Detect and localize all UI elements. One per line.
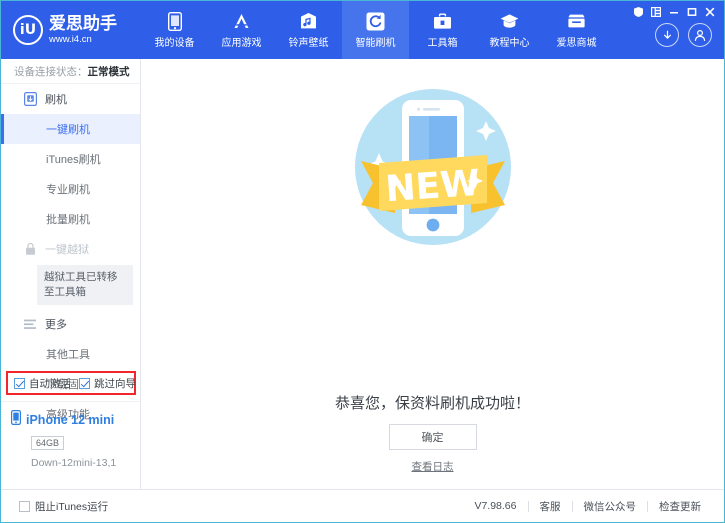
skip-wizard-checkbox[interactable]	[79, 378, 90, 389]
nav-label: 智能刷机	[356, 34, 396, 49]
auto-activate-checkbox[interactable]	[14, 378, 25, 389]
app-store-icon	[232, 12, 251, 31]
menu-icon[interactable]	[648, 5, 664, 19]
header-actions	[655, 23, 712, 47]
app-window: iU 爱思助手 www.i4.cn 我的设备 应用游戏	[0, 0, 725, 523]
brand-mark: iU	[20, 22, 36, 38]
lock-icon	[23, 242, 37, 256]
jailbreak-tooltip: 越狱工具已转移至工具箱	[37, 265, 133, 305]
sidebar-item-itunes-flash[interactable]: iTunes刷机	[1, 144, 140, 174]
nav-label: 工具箱	[428, 34, 458, 49]
brand-url: www.i4.cn	[49, 35, 117, 45]
close-icon[interactable]	[702, 5, 718, 19]
confirm-button[interactable]: 确定	[389, 424, 477, 450]
view-log-label: 查看日志	[412, 461, 454, 473]
sidebar-item-label: 批量刷机	[46, 211, 90, 227]
block-itunes-label: 阻止iTunes运行	[35, 499, 108, 514]
music-box-icon	[299, 12, 318, 31]
brand: iU 爱思助手 www.i4.cn	[1, 1, 141, 59]
auto-activate-option[interactable]: 自动激活	[14, 376, 71, 391]
skip-wizard-option[interactable]: 跳过向导	[79, 376, 136, 391]
nav-label: 教程中心	[490, 34, 530, 49]
skip-wizard-label: 跳过向导	[94, 376, 136, 391]
user-avatar-icon[interactable]	[688, 23, 712, 47]
block-itunes-option[interactable]: 阻止iTunes运行	[1, 499, 141, 514]
download-icon[interactable]	[655, 23, 679, 47]
brand-name: 爱思助手	[49, 15, 117, 32]
graduation-cap-icon	[500, 12, 519, 31]
activation-options: 自动激活 跳过向导	[6, 371, 136, 395]
nav-label: 应用游戏	[222, 34, 262, 49]
sidebar-group-jailbreak: 一键越狱	[1, 234, 140, 264]
customer-service-link[interactable]: 客服	[529, 499, 572, 514]
window-controls	[630, 5, 718, 19]
maximize-icon[interactable]	[684, 5, 700, 19]
status-bar: 阻止iTunes运行 V7.98.66 客服 微信公众号 检查更新	[1, 489, 724, 522]
sidebar-item-label: iTunes刷机	[46, 151, 101, 167]
sidebar-item-one-key-flash[interactable]: 一键刷机	[1, 114, 140, 144]
sidebar-item-label: 一键刷机	[46, 121, 90, 137]
list-icon	[23, 317, 37, 331]
sidebar: 设备连接状态： 正常模式 刷机 一键刷机 iTunes刷机 专业刷机 批量刷机	[1, 59, 141, 489]
view-log-link[interactable]: 查看日志	[141, 459, 724, 474]
auto-activate-label: 自动激活	[29, 376, 71, 391]
sidebar-group-label: 一键越狱	[45, 241, 89, 257]
device-connection-status: 设备连接状态： 正常模式	[1, 59, 140, 84]
check-update-link[interactable]: 检查更新	[648, 499, 712, 514]
brand-logo-icon: iU	[13, 15, 43, 45]
connected-device[interactable]: iPhone 12 mini 64GB Down-12mini-13,1	[1, 401, 140, 489]
nav-item-store[interactable]: 爱思商城	[543, 1, 610, 59]
device-capacity: 64GB	[31, 436, 64, 450]
sidebar-item-label: 其他工具	[46, 346, 90, 362]
sidebar-group-flash[interactable]: 刷机	[1, 84, 140, 114]
nav-item-my-device[interactable]: 我的设备	[141, 1, 208, 59]
nav-label: 我的设备	[155, 34, 195, 49]
sidebar-item-other-tools[interactable]: 其他工具	[1, 339, 140, 369]
nav-item-apps-games[interactable]: 应用游戏	[208, 1, 275, 59]
sidebar-group-label: 刷机	[45, 91, 67, 107]
sidebar-group-label: 更多	[45, 316, 67, 332]
main-content: NEW 恭喜您，保资料刷机成功啦！ 确定 查看日志	[141, 59, 724, 489]
nav-item-toolbox[interactable]: 工具箱	[409, 1, 476, 59]
nav-label: 铃声壁纸	[289, 34, 329, 49]
success-message: 恭喜您，保资料刷机成功啦！	[141, 392, 724, 413]
svg-text:NEW: NEW	[384, 163, 481, 210]
phone-small-icon	[11, 410, 21, 430]
sidebar-item-label: 专业刷机	[46, 181, 90, 197]
wechat-official-link[interactable]: 微信公众号	[573, 499, 648, 514]
device-status-value: 正常模式	[88, 64, 130, 79]
sidebar-group-more[interactable]: 更多	[1, 309, 140, 339]
phone-icon	[165, 12, 184, 31]
nav-label: 爱思商城	[557, 34, 597, 49]
nav-item-ringtones-wallpaper[interactable]: 铃声壁纸	[275, 1, 342, 59]
block-itunes-checkbox[interactable]	[19, 501, 30, 512]
nav-item-tutorials[interactable]: 教程中心	[476, 1, 543, 59]
device-identifier: Down-12mini-13,1	[31, 457, 140, 469]
device-status-label: 设备连接状态：	[14, 64, 88, 79]
device-name: iPhone 12 mini	[26, 413, 114, 427]
main-navigation: 我的设备 应用游戏 铃声壁纸 智能刷机	[141, 1, 610, 59]
footer-links: V7.98.66 客服 微信公众号 检查更新	[463, 499, 712, 514]
new-badge-phone-illustration: NEW	[141, 67, 724, 267]
confirm-button-label: 确定	[422, 429, 444, 445]
store-icon	[567, 12, 586, 31]
skin-icon[interactable]	[630, 5, 646, 19]
flash-device-icon	[23, 92, 37, 106]
sidebar-item-batch-flash[interactable]: 批量刷机	[1, 204, 140, 234]
toolbox-icon	[433, 12, 452, 31]
minimize-icon[interactable]	[666, 5, 682, 19]
app-header: iU 爱思助手 www.i4.cn 我的设备 应用游戏	[1, 1, 724, 59]
app-version: V7.98.66	[463, 500, 527, 512]
nav-item-smart-flash[interactable]: 智能刷机	[342, 1, 409, 59]
refresh-icon	[366, 12, 385, 31]
sidebar-item-pro-flash[interactable]: 专业刷机	[1, 174, 140, 204]
